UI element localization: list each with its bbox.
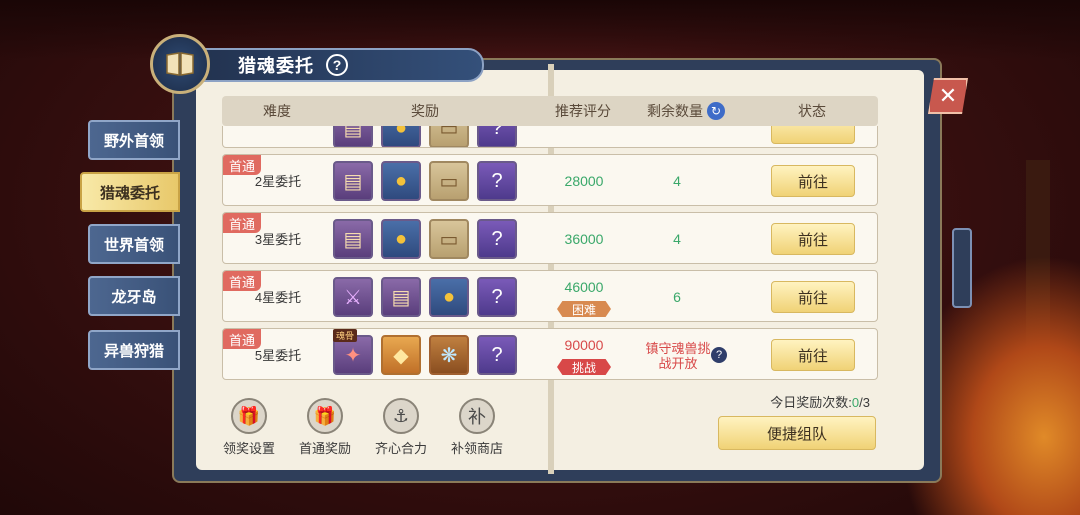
- makeup-icon: 补: [459, 398, 495, 434]
- foot-label: 补领商店: [450, 441, 503, 456]
- page-title: 猎魂委托: [238, 56, 314, 76]
- reward-feather-icon[interactable]: ❋: [429, 335, 469, 375]
- difficulty-tag: 困难: [557, 301, 611, 317]
- table-row-partial: ▤ ● ▭ ?: [222, 126, 878, 148]
- difficulty-label: 4星委托: [254, 290, 302, 305]
- header-status: 状态: [798, 103, 826, 119]
- tab-dragon-tooth-island[interactable]: 龙牙岛: [88, 276, 180, 316]
- reward-gold-icon[interactable]: ●: [381, 126, 421, 147]
- remaining-count: 4: [673, 231, 681, 247]
- unlock-note: 镇守魂兽挑战开放: [645, 341, 711, 371]
- recommended-score: 90000: [564, 337, 604, 353]
- soul-bone-tag: 魂骨: [333, 329, 358, 342]
- reward-book-icon[interactable]: ▤: [333, 161, 373, 201]
- header-rewards: 奖励: [411, 103, 439, 119]
- go-button[interactable]: 前往: [771, 339, 855, 371]
- quick-team-button[interactable]: 便捷组队: [718, 416, 876, 450]
- reward-settings-button[interactable]: 🎁 领奖设置: [214, 398, 284, 457]
- tab-soul-hunt[interactable]: 猎魂委托: [80, 172, 180, 212]
- reward-gold-icon[interactable]: ●: [381, 219, 421, 259]
- recommended-score: 36000: [564, 231, 604, 247]
- difficulty-label: 5星委托: [254, 348, 302, 363]
- tab-label: 龙牙岛: [111, 288, 157, 306]
- anchor-icon: ⚓: [383, 398, 419, 434]
- header-difficulty: 难度: [263, 103, 291, 119]
- difficulty-label: 3星委托: [254, 232, 302, 247]
- reward-mystery-icon[interactable]: ?: [477, 219, 517, 259]
- reward-mystery-icon[interactable]: ?: [477, 161, 517, 201]
- cooperate-button[interactable]: ⚓ 齐心合力: [366, 398, 436, 457]
- table-header: 难度 奖励 推荐评分 剩余数量 ↻ 状态: [222, 96, 878, 126]
- table-row: 首通 2星委托 ▤ ● ▭ ? 28000 4 前往: [222, 154, 878, 206]
- reward-weapon-icon[interactable]: ⚔: [333, 277, 373, 317]
- reward-book-icon[interactable]: ▤: [381, 277, 421, 317]
- help-icon[interactable]: ?: [711, 347, 727, 363]
- tab-label: 世界首领: [103, 236, 164, 254]
- book-clip: [952, 228, 972, 308]
- reward-gold-icon[interactable]: ●: [381, 161, 421, 201]
- refresh-icon[interactable]: ↻: [707, 102, 725, 120]
- tab-beast-hunt[interactable]: 异兽狩猎: [88, 330, 180, 370]
- foot-label: 齐心合力: [374, 441, 427, 456]
- recommended-score: 46000: [564, 279, 604, 295]
- first-clear-reward-button[interactable]: 🎁 首通奖励: [290, 398, 360, 457]
- makeup-shop-button[interactable]: 补 补领商店: [442, 398, 512, 457]
- reward-scroll-icon[interactable]: ▭: [429, 126, 469, 147]
- help-icon[interactable]: ?: [326, 54, 348, 76]
- table-row: 首通 3星委托 ▤ ● ▭ ? 36000 4 前往: [222, 212, 878, 264]
- go-button[interactable]: 前往: [771, 165, 855, 197]
- gift-icon: 🎁: [231, 398, 267, 434]
- reward-scroll-icon[interactable]: ▭: [429, 219, 469, 259]
- reward-mystery-icon[interactable]: ?: [477, 277, 517, 317]
- challenge-tag: 挑战: [557, 359, 611, 375]
- header-remaining: 剩余数量 ↻: [636, 96, 736, 126]
- header-score: 推荐评分: [555, 103, 611, 119]
- daily-reward-count: 今日奖励次数:0/3: [730, 392, 870, 411]
- recommended-score: 28000: [564, 173, 604, 189]
- reward-crystal-icon[interactable]: ◆: [381, 335, 421, 375]
- daily-label: 今日奖励次数:: [770, 395, 852, 410]
- foot-label: 首通奖励: [298, 441, 351, 456]
- go-button-partial[interactable]: [771, 126, 855, 144]
- tab-label: 异兽狩猎: [103, 342, 164, 360]
- reward-soul-bone-icon[interactable]: 魂骨 ✦: [333, 329, 373, 375]
- title-bar: 猎魂委托 ?: [194, 48, 484, 82]
- tab-label: 野外首领: [103, 132, 164, 150]
- tab-label: 猎魂委托: [99, 184, 160, 202]
- header-remaining-label: 剩余数量: [647, 103, 703, 119]
- go-button[interactable]: 前往: [771, 281, 855, 313]
- go-button[interactable]: 前往: [771, 223, 855, 255]
- reward-mystery-icon[interactable]: ?: [477, 335, 517, 375]
- table-row: 首通 5星委托 魂骨 ✦ ◆ ❋ ? 90000 挑战 镇守魂兽挑战开放 ? 前往: [222, 328, 878, 380]
- reward-book-icon[interactable]: ▤: [333, 126, 373, 147]
- foot-label: 领奖设置: [222, 441, 275, 456]
- tab-wild-boss[interactable]: 野外首领: [88, 120, 180, 160]
- difficulty-label: 2星委托: [254, 174, 302, 189]
- book-emblem-icon: [150, 34, 210, 94]
- reward-mystery-icon[interactable]: ?: [477, 126, 517, 147]
- remaining-count: 6: [673, 289, 681, 305]
- close-icon: ✕: [938, 83, 958, 108]
- close-button[interactable]: ✕: [928, 78, 968, 114]
- tab-world-boss[interactable]: 世界首领: [88, 224, 180, 264]
- daily-total: /3: [859, 395, 870, 410]
- reward-scroll-icon[interactable]: ▭: [429, 161, 469, 201]
- table-row: 首通 4星委托 ⚔ ▤ ● ? 46000 困难 6 前往: [222, 270, 878, 322]
- gift-icon: 🎁: [307, 398, 343, 434]
- reward-gold-icon[interactable]: ●: [429, 277, 469, 317]
- reward-book-icon[interactable]: ▤: [333, 219, 373, 259]
- remaining-count: 4: [673, 173, 681, 189]
